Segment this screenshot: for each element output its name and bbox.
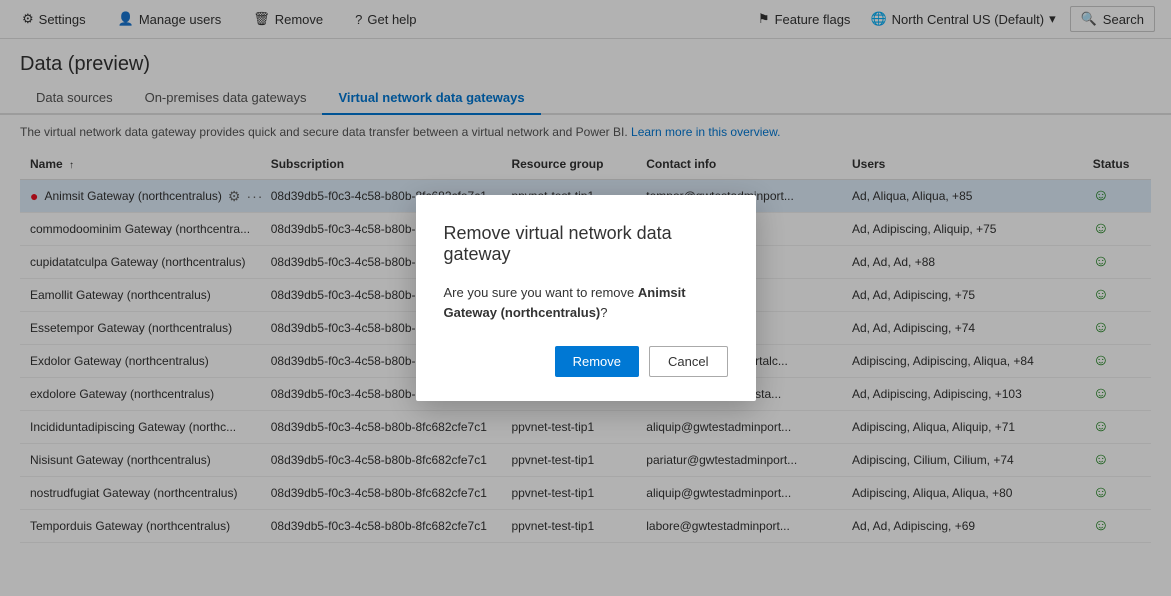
modal-body: Are you sure you want to remove Animsit … <box>444 283 728 322</box>
modal-body-suffix: ? <box>600 305 607 320</box>
remove-modal: Remove virtual network data gateway Are … <box>416 195 756 401</box>
modal-title: Remove virtual network data gateway <box>444 223 728 265</box>
modal-cancel-button[interactable]: Cancel <box>649 346 727 377</box>
modal-overlay: Remove virtual network data gateway Are … <box>0 0 1171 596</box>
modal-remove-button[interactable]: Remove <box>555 346 639 377</box>
modal-body-prefix: Are you sure you want to remove <box>444 285 638 300</box>
modal-actions: Remove Cancel <box>444 346 728 377</box>
